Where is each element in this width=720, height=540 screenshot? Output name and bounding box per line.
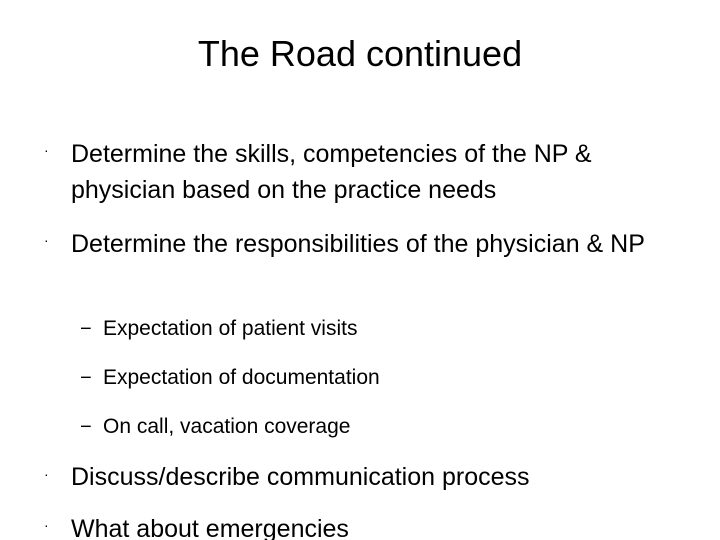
bullet-marker: ·: [44, 517, 49, 533]
bullet-text: Discuss/describe communication process: [71, 463, 530, 491]
bullet-text: What about emergencies: [71, 515, 349, 540]
sub-bullet-marker: −: [80, 367, 92, 389]
bullet-text: Determine the responsibilities of the ph…: [71, 230, 645, 258]
slide: The Road continued · Determine the skill…: [0, 0, 720, 540]
bullet-marker: ·: [44, 232, 49, 248]
sub-bullet-marker: −: [80, 416, 92, 438]
sub-bullet-text: Expectation of patient visits: [103, 317, 358, 340]
bullet-marker: ·: [44, 142, 49, 158]
sub-bullet-text: On call, vacation coverage: [103, 415, 351, 438]
sub-bullet-marker: −: [80, 318, 92, 340]
bullet-marker: ·: [44, 466, 49, 482]
sub-bullet-text: Expectation of documentation: [103, 366, 380, 389]
bullet-list: · Determine the skills, competencies of …: [0, 0, 720, 540]
bullet-text: Determine the skills, competencies of th…: [71, 140, 592, 204]
